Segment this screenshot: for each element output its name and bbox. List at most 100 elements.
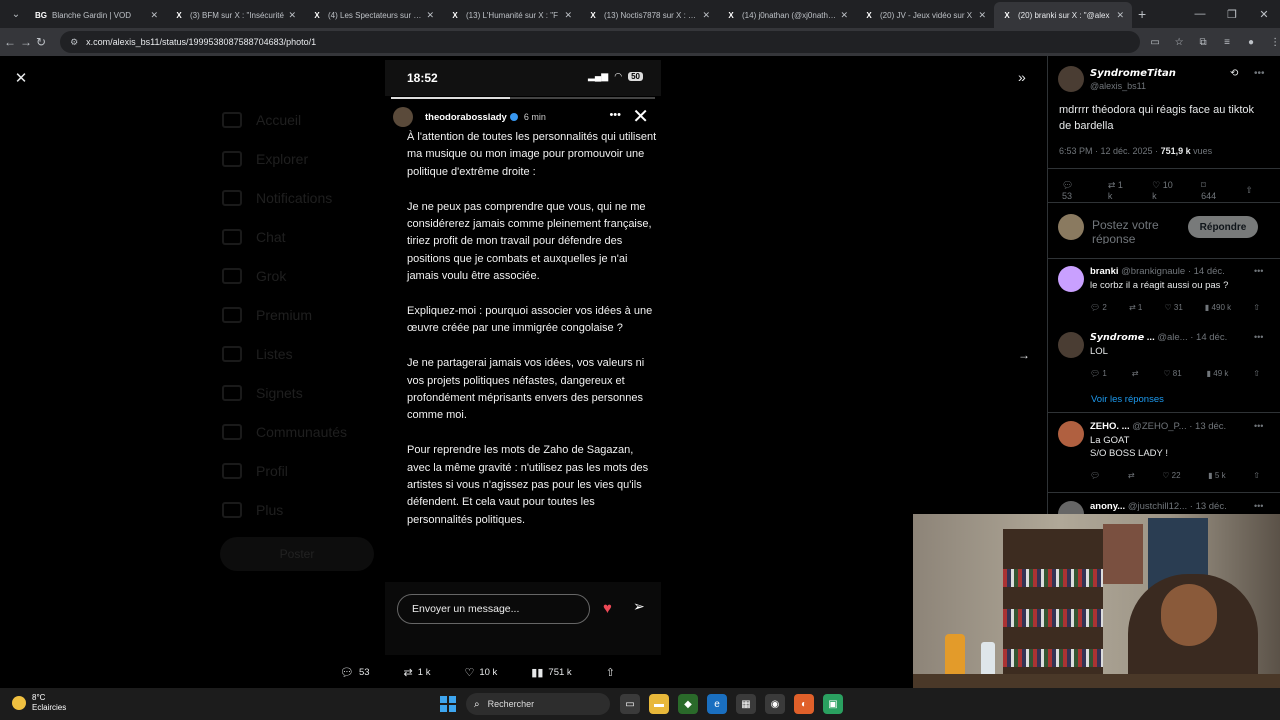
avatar[interactable] <box>1058 332 1084 358</box>
comment-author: anony... @justchill12... · 13 déc. <box>1090 501 1260 512</box>
close-tab-icon[interactable]: ✕ <box>978 10 986 21</box>
app-icon[interactable]: ▣ <box>823 694 843 714</box>
store-icon[interactable]: ▦ <box>736 694 756 714</box>
share-icon[interactable]: ⇧ <box>1253 303 1260 312</box>
edge-icon[interactable]: e <box>707 694 727 714</box>
reply-action[interactable]: 💬︎ 1 <box>1090 369 1107 378</box>
menu-icon[interactable]: ⋮ <box>1266 37 1280 48</box>
next-photo-icon[interactable]: → <box>1018 348 1030 362</box>
views-action[interactable]: ▮ 49 k <box>1207 369 1229 378</box>
bookmark-star-icon[interactable]: ☆ <box>1170 37 1188 48</box>
bookmark-stat[interactable]: ⌑ 644 <box>1201 180 1231 201</box>
tab-0[interactable]: BG Blanche Gardin | VOD ✕ <box>28 2 166 28</box>
nav-item: Plus <box>222 490 382 529</box>
author-name[interactable]: branki <box>1090 266 1119 277</box>
media-icon[interactable]: ≡ <box>1218 37 1236 48</box>
back-icon[interactable]: ← <box>4 35 16 49</box>
window-controls: — ❐ ✕ <box>1184 0 1280 28</box>
nav-item: Explorer <box>222 139 382 178</box>
like-action[interactable]: ♡ 31 <box>1164 303 1182 312</box>
repost-action[interactable]: ⇄ 1 <box>1129 303 1142 312</box>
like-action[interactable]: ♡ 81 <box>1163 369 1181 378</box>
author-name[interactable]: ZEHO. ... <box>1090 421 1130 432</box>
url-field[interactable]: ⚙ x.com/alexis_bs11/status/1999538087588… <box>60 31 1141 53</box>
display-name[interactable]: 𝙎𝙮𝙣𝙙𝙧𝙤𝙢𝙚𝙏𝙞𝙩𝙖𝙣 <box>1090 68 1176 79</box>
reply-input[interactable]: Postez votre réponse <box>1092 218 1192 244</box>
avatar[interactable] <box>1058 421 1084 447</box>
share-icon[interactable]: ⇧ <box>1253 369 1260 378</box>
minimize-icon[interactable]: — <box>1184 8 1216 20</box>
grok-icon[interactable]: ⟲ <box>1230 68 1238 79</box>
more-icon[interactable]: ••• <box>1254 421 1263 431</box>
close-tab-icon[interactable]: ✕ <box>1116 10 1124 21</box>
show-replies-link[interactable]: Voir les réponses <box>1091 394 1164 405</box>
close-window-icon[interactable]: ✕ <box>1248 8 1280 21</box>
site-info-icon[interactable]: ⚙ <box>70 37 78 48</box>
repost-action[interactable]: ⇄ <box>1132 369 1139 378</box>
close-tab-icon[interactable]: ✕ <box>840 10 848 21</box>
tab-4[interactable]: X (13) Noctis7878 sur X : "@ ✕ <box>580 2 718 28</box>
taskbar-search[interactable]: ⌕ Rechercher <box>466 693 610 715</box>
firefox-icon[interactable]: ◐ <box>794 694 814 714</box>
repost-action[interactable]: ⇄ 1 k <box>404 666 431 679</box>
file-explorer-icon[interactable]: ▬ <box>649 694 669 714</box>
story-header: theodorabosslady 6 min ••• ✕ <box>393 106 655 128</box>
tab-7-active[interactable]: X (20) branki sur X : "@alex ✕ <box>994 2 1132 28</box>
nvidia-icon[interactable]: ◆ <box>678 694 698 714</box>
avatar[interactable] <box>1058 66 1084 92</box>
author-name[interactable]: 𝙎𝙮𝙣𝙙𝙧𝙤𝙢𝙚 ... <box>1090 332 1155 343</box>
forward-icon[interactable]: → <box>20 35 32 49</box>
task-view-icon[interactable]: ▭ <box>620 694 640 714</box>
tab-3[interactable]: X (13) L'Humanité sur X : "F ✕ <box>442 2 580 28</box>
maximize-icon[interactable]: ❐ <box>1216 8 1248 21</box>
more-icon[interactable]: ••• <box>1254 266 1263 276</box>
repost-action[interactable]: ⇄ <box>1128 471 1135 480</box>
reply-action[interactable]: 💬︎ 53 <box>340 666 370 679</box>
collapse-panel-icon[interactable]: » <box>1018 69 1026 85</box>
share-icon[interactable]: ⇧ <box>1245 185 1253 196</box>
tab-2[interactable]: X (4) Les Spectateurs sur X : ✕ <box>304 2 442 28</box>
close-icon[interactable]: ✕ <box>12 69 30 87</box>
reply-stat[interactable]: 💬︎ 53 <box>1062 180 1094 201</box>
views-action[interactable]: ▮ 490 k <box>1205 303 1231 312</box>
chrome-icon[interactable]: ◉ <box>765 694 785 714</box>
more-icon[interactable]: ••• <box>1254 68 1265 79</box>
profile-icon[interactable]: ● <box>1242 37 1260 48</box>
like-action[interactable]: ♡ 10 k <box>464 666 497 679</box>
close-tab-icon[interactable]: ✕ <box>702 10 710 21</box>
share-action[interactable]: ⇧ <box>606 666 620 679</box>
more-icon[interactable]: ••• <box>1254 332 1263 342</box>
views-action[interactable]: ▮ 5 k <box>1208 471 1225 480</box>
avatar[interactable] <box>1058 266 1084 292</box>
close-tab-icon[interactable]: ✕ <box>288 10 296 21</box>
repost-count: 1 k <box>1107 180 1123 201</box>
windows-start-icon[interactable] <box>440 696 456 712</box>
like-stat[interactable]: ♡ 10 k <box>1152 180 1187 201</box>
close-tab-icon[interactable]: ✕ <box>564 10 572 21</box>
install-icon[interactable]: ▭ <box>1146 37 1164 48</box>
timestamp[interactable]: 6:53 PM · 12 déc. 2025 · <box>1059 146 1161 156</box>
tab-5[interactable]: X (14) j0nathan (@xj0nathan ✕ <box>718 2 856 28</box>
handle[interactable]: @alexis_bs11 <box>1090 81 1146 91</box>
nav-label: Communautés <box>256 423 348 440</box>
repost-stat[interactable]: ⇄ 1 k <box>1108 180 1138 201</box>
close-tab-icon[interactable]: ✕ <box>426 10 434 21</box>
weather-widget[interactable]: 8°C Eclaircies <box>12 693 66 713</box>
tab-label: (20) branki sur X : "@alex <box>1018 10 1110 20</box>
nav-item: Premium <box>222 295 382 334</box>
new-tab-icon[interactable]: + <box>1138 6 1146 22</box>
reload-icon[interactable]: ↻ <box>36 35 46 49</box>
views-action[interactable]: ▮▮ 751 k <box>531 666 571 679</box>
reply-action[interactable]: 💬︎ 2 <box>1090 303 1107 312</box>
tab-6[interactable]: X (20) JV - Jeux vidéo sur X ✕ <box>856 2 994 28</box>
extensions-icon[interactable]: ⧉ <box>1194 37 1212 48</box>
author-name[interactable]: anony... <box>1090 501 1125 512</box>
more-icon[interactable]: ••• <box>1254 501 1263 511</box>
like-action[interactable]: ♡ 22 <box>1162 471 1180 480</box>
tab-search-icon[interactable]: ⌄ <box>4 4 28 24</box>
close-tab-icon[interactable]: ✕ <box>150 10 158 21</box>
tab-1[interactable]: X (3) BFM sur X : "Insécurité ✕ <box>166 2 304 28</box>
share-icon[interactable]: ⇧ <box>1253 471 1260 480</box>
reply-button[interactable]: Répondre <box>1188 216 1258 238</box>
reply-action[interactable]: 💬︎ <box>1090 471 1100 480</box>
